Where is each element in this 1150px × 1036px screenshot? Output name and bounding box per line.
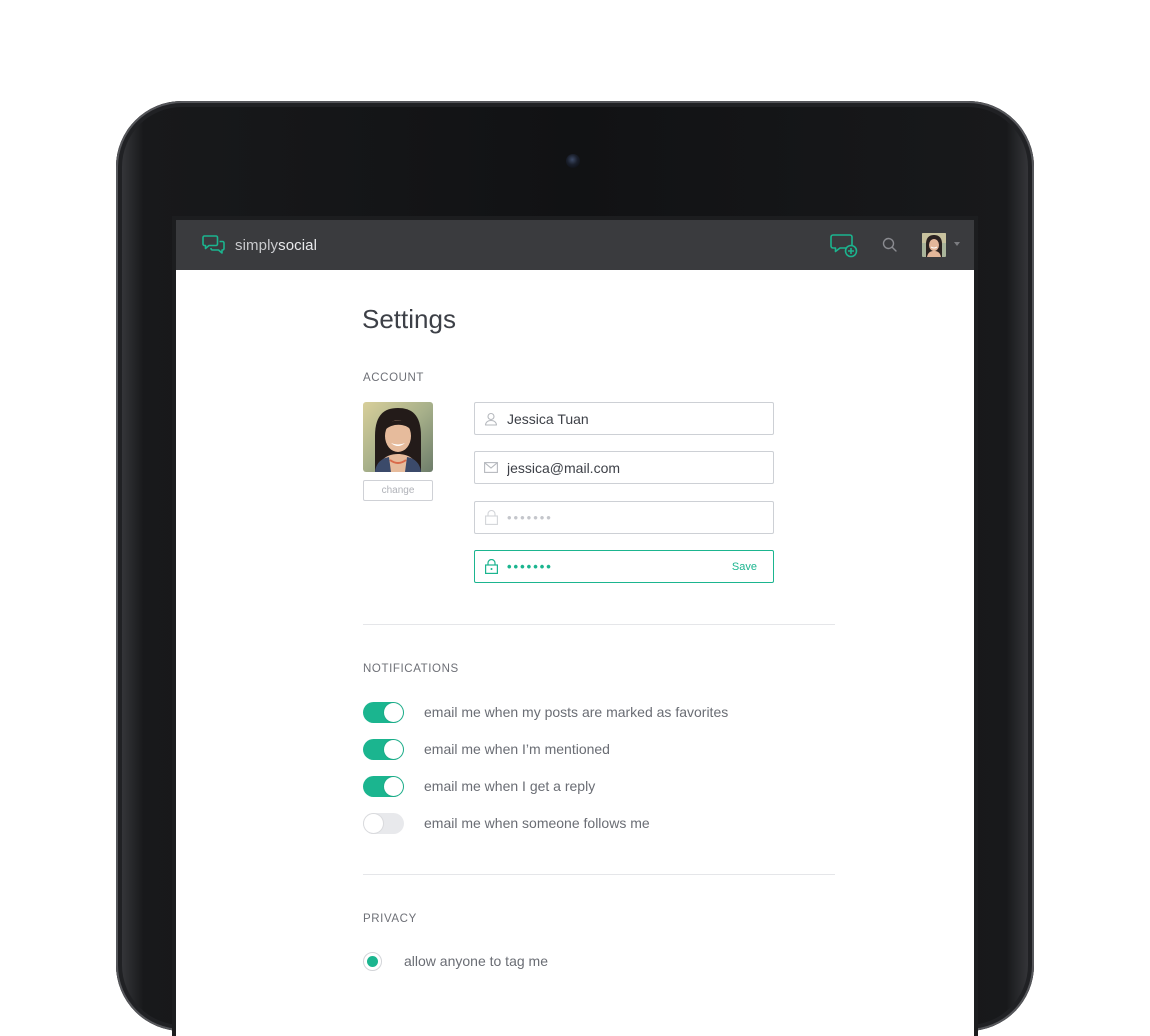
toggle-knob [384, 739, 403, 759]
user-icon [484, 412, 498, 426]
privacy-option-tag: allow anyone to tag me [363, 951, 548, 971]
reply-toggle[interactable] [363, 775, 404, 797]
notification-label: email me when I’m mentioned [424, 741, 610, 757]
profile-picture [363, 402, 433, 472]
chat-plus-icon [830, 234, 858, 258]
search-icon [882, 237, 897, 252]
toggle-knob [384, 702, 403, 722]
app-screen: simplysocial Settings ACCOUNT change Jes… [176, 220, 974, 1036]
notification-row-favorites: email me when my posts are marked as fav… [363, 701, 728, 723]
toggle-knob [364, 813, 383, 833]
lock-icon-wrap [475, 510, 507, 525]
compose-button[interactable] [830, 233, 858, 264]
privacy-option-label: allow anyone to tag me [404, 953, 548, 969]
app-logo[interactable]: simplysocial [202, 234, 317, 256]
notification-row-reply: email me when I get a reply [363, 775, 595, 797]
user-icon-wrap [475, 412, 507, 426]
caret-down-icon[interactable] [954, 242, 960, 246]
name-input[interactable] [507, 404, 773, 433]
section-divider [363, 624, 835, 625]
password-field[interactable] [474, 501, 774, 534]
notification-row-follows: email me when someone follows me [363, 812, 650, 834]
chat-bubbles-icon [202, 235, 225, 254]
tag-radio[interactable] [363, 951, 382, 971]
screen-bezel: simplysocial Settings ACCOUNT change Jes… [172, 216, 978, 1036]
user-photo [922, 233, 946, 257]
lock-icon [484, 559, 498, 574]
top-navbar: simplysocial [176, 220, 974, 270]
notification-label: email me when someone follows me [424, 815, 650, 831]
notification-row-mentioned: email me when I’m mentioned [363, 738, 610, 760]
mentioned-toggle[interactable] [363, 738, 404, 760]
new-password-field[interactable]: Save [474, 550, 774, 583]
account-section-label: ACCOUNT [363, 372, 425, 384]
notifications-section-label: NOTIFICATIONS [363, 663, 459, 675]
change-photo-button[interactable]: change [363, 480, 433, 501]
email-input[interactable] [507, 453, 773, 482]
logo-text-bold: social [278, 236, 318, 254]
mail-icon [484, 462, 498, 473]
notification-label: email me when my posts are marked as fav… [424, 704, 729, 720]
password-input[interactable] [507, 503, 773, 532]
privacy-section-label: PRIVACY [363, 913, 417, 925]
lock-icon [484, 510, 498, 525]
profile-photo [363, 402, 433, 472]
name-field[interactable] [474, 402, 774, 435]
follows-toggle[interactable] [363, 812, 404, 834]
logo-text-light: simply [235, 236, 279, 254]
tablet-device: simplysocial Settings ACCOUNT change Jes… [116, 101, 1034, 1036]
mail-icon-wrap [475, 462, 507, 473]
lock-icon-wrap [475, 559, 507, 574]
favorites-toggle[interactable] [363, 701, 404, 723]
save-button[interactable]: Save [732, 561, 757, 573]
radio-dot [367, 955, 378, 967]
app-name: simplysocial [235, 237, 317, 254]
search-button[interactable] [882, 237, 898, 258]
new-password-input[interactable] [507, 552, 732, 581]
page-title: Settings [362, 304, 456, 334]
avatar[interactable] [922, 233, 946, 257]
camera [566, 154, 580, 168]
section-divider [363, 874, 835, 875]
notification-label: email me when I get a reply [424, 778, 596, 794]
toggle-knob [384, 776, 403, 796]
email-field[interactable] [474, 451, 774, 484]
